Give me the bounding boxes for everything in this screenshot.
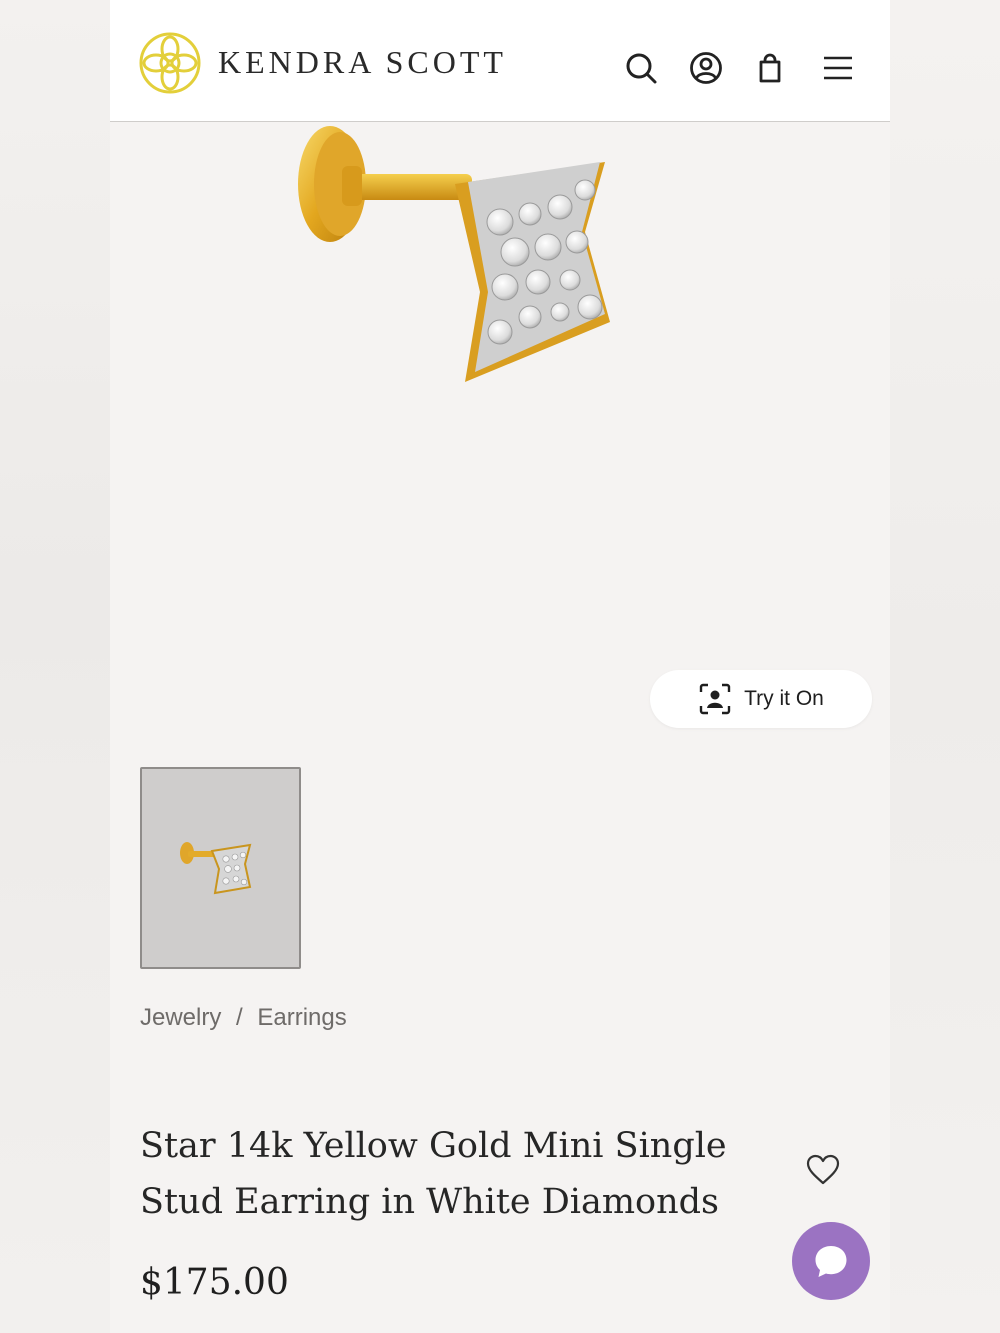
try-it-on-label: Try it On — [744, 687, 824, 710]
bag-icon[interactable] — [751, 49, 789, 87]
chat-button[interactable] — [792, 1222, 870, 1300]
account-icon[interactable] — [687, 49, 725, 87]
side-backdrop-right — [890, 0, 1000, 1333]
face-scan-icon — [699, 683, 731, 715]
product-price: $175.00 — [140, 1262, 289, 1303]
side-backdrop-left — [0, 0, 110, 1333]
search-icon[interactable] — [622, 49, 660, 87]
breadcrumb: Jewelry / Earrings — [140, 1004, 347, 1032]
try-it-on-button[interactable]: Try it On — [650, 670, 872, 728]
breadcrumb-earrings-link[interactable]: Earrings — [257, 1004, 346, 1032]
logo-icon[interactable] — [138, 30, 202, 96]
breadcrumb-jewelry-link[interactable]: Jewelry — [140, 1004, 221, 1032]
chat-bubble-icon — [815, 1246, 847, 1277]
site-header: KENDRA SCOTT — [110, 0, 890, 122]
brand-name: KENDRA SCOTT — [218, 44, 507, 80]
product-thumbnail[interactable] — [140, 767, 301, 969]
breadcrumb-separator: / — [236, 1004, 243, 1031]
menu-icon[interactable] — [819, 49, 857, 87]
wishlist-heart-icon[interactable] — [805, 1152, 841, 1188]
mobile-screen: KENDRA SCOTT Try it On Jewelry / Earring… — [110, 0, 890, 1333]
earring-product-image — [298, 126, 610, 382]
product-image-stage[interactable] — [110, 122, 890, 752]
earring-thumbnail-image — [180, 842, 252, 895]
product-title: Star 14k Yellow Gold Mini Single Stud Ea… — [140, 1126, 727, 1222]
